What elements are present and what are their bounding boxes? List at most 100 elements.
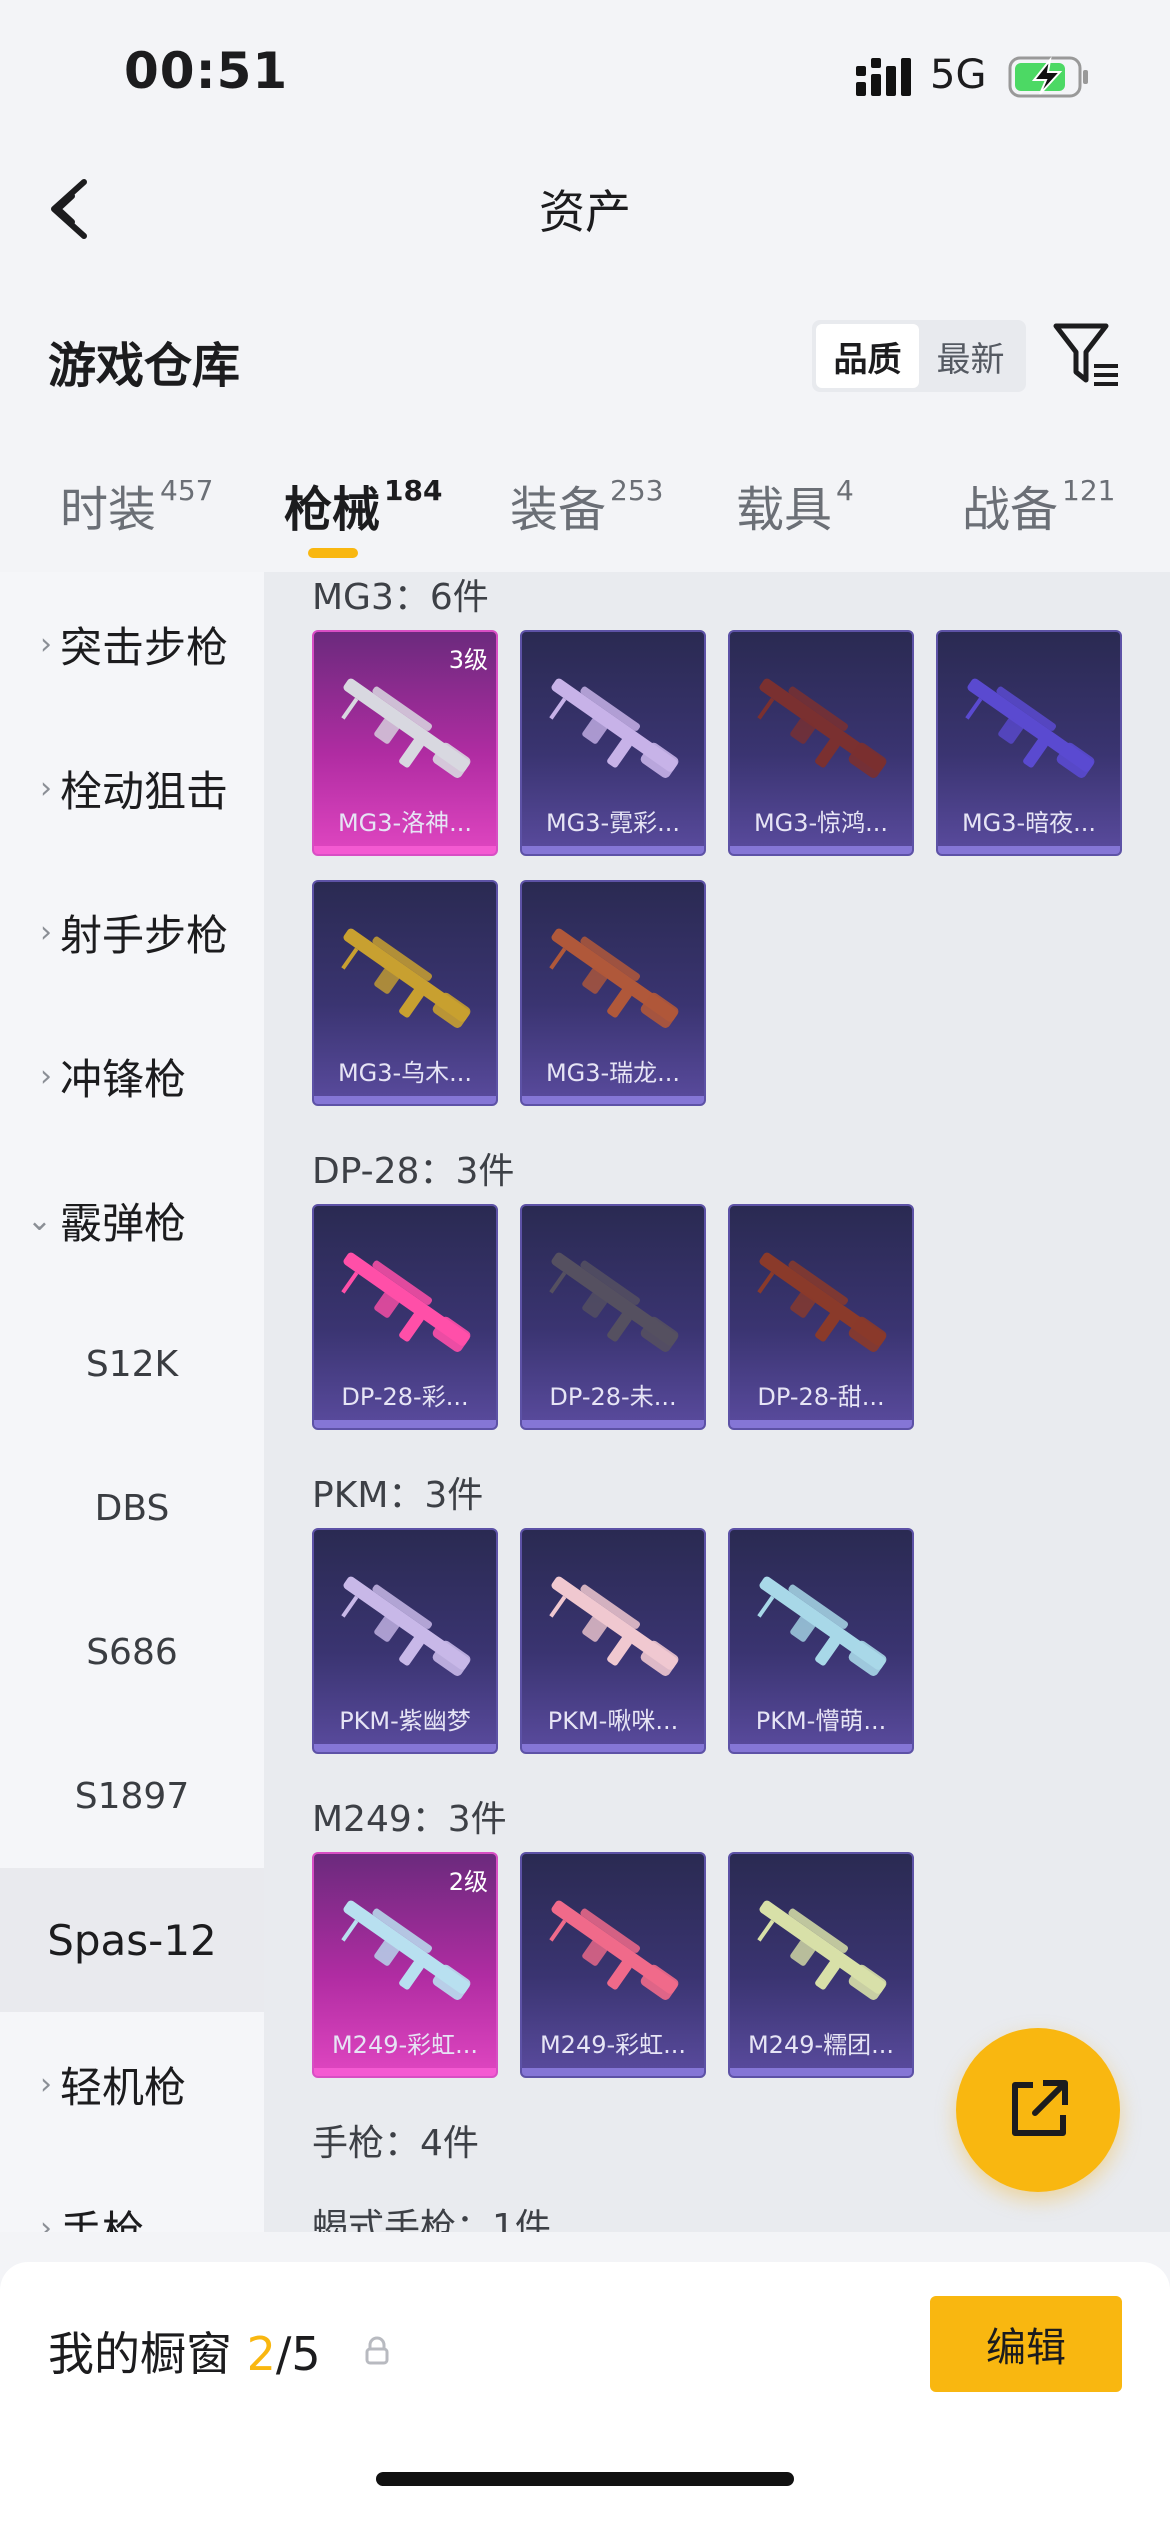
tab-active-indicator [308, 548, 358, 558]
chevron-right-icon: › [40, 2066, 52, 2102]
tab-firearms[interactable]: 枪械 184 [284, 470, 442, 540]
sidebar-item-smg[interactable]: › 冲锋枪 [0, 1004, 264, 1148]
weapon-card[interactable]: PKM-啾咪... [520, 1528, 706, 1754]
sidebar-item-bolt-sniper[interactable]: › 栓动狙击 [0, 716, 264, 860]
weapon-name: M249-糯团... [747, 2031, 895, 2059]
sidebar-item-shotgun[interactable]: ⌄ 霰弹枪 [0, 1148, 264, 1292]
sidebar-item-assault-rifle[interactable]: › 突击步枪 [0, 572, 264, 716]
sidebar-sub-s1897[interactable]: S1897 [0, 1724, 264, 1868]
rarity-strip [314, 846, 496, 854]
weapon-card[interactable]: MG3-惊鸿... [728, 630, 914, 856]
weapon-name: PKM-啾咪... [547, 1707, 679, 1735]
weapon-name: M249-彩虹... [539, 2031, 687, 2059]
chevron-down-icon: ⌄ [26, 1202, 52, 1238]
weapon-card[interactable]: PKM-懵萌... [728, 1528, 914, 1754]
section-title: MG3：6件 [312, 577, 489, 618]
chevron-right-icon: › [40, 914, 52, 950]
sort-quality-button[interactable]: 品质 [816, 324, 919, 388]
weapon-image [341, 928, 471, 1028]
weapon-card[interactable]: DP-28-彩... [312, 1204, 498, 1430]
weapon-card[interactable]: 3级 MG3-洛神... [312, 630, 498, 856]
weapon-image [757, 678, 887, 778]
sidebar-sub-dbs[interactable]: DBS [0, 1436, 264, 1580]
weapon-image [965, 678, 1095, 778]
home-indicator [376, 2472, 794, 2486]
weapon-image [341, 678, 471, 778]
tab-fashion[interactable]: 时装 457 [60, 470, 213, 540]
weapon-image [549, 928, 679, 1028]
weapon-card[interactable]: M249-彩虹... [520, 1852, 706, 2078]
network-type: 5G [930, 52, 987, 98]
edit-button[interactable]: 编辑 [930, 2296, 1122, 2392]
category-tabs: 时装 457 枪械 184 装备 253 载具 4 战备 121 [0, 470, 1170, 570]
section-title: DP-28：3件 [312, 1151, 515, 1192]
weapon-card[interactable]: DP-28-未... [520, 1204, 706, 1430]
rarity-strip [522, 1420, 704, 1428]
weapon-image [549, 1576, 679, 1676]
tab-equipment[interactable]: 装备 253 [510, 470, 663, 540]
weapon-image [341, 1576, 471, 1676]
weapon-image [757, 1252, 887, 1352]
weapon-card[interactable]: MG3-霓彩... [520, 630, 706, 856]
weapon-name: MG3-暗夜... [961, 809, 1097, 837]
rarity-strip [522, 846, 704, 854]
rarity-strip [314, 2068, 496, 2076]
sidebar-sub-spas12[interactable]: Spas-12 [0, 1868, 264, 2012]
tab-vehicles[interactable]: 载具 4 [736, 470, 854, 540]
weapon-image [549, 1252, 679, 1352]
weapon-card[interactable]: PKM-紫幽梦 [312, 1528, 498, 1754]
level-badge: 3级 [448, 646, 488, 674]
section-title: 手枪：4件 [312, 2123, 479, 2164]
sidebar-sub-s12k[interactable]: S12K [0, 1292, 264, 1436]
weapon-card[interactable]: 2级 M249-彩虹... [312, 1852, 498, 2078]
weapon-card[interactable]: MG3-乌木... [312, 880, 498, 1106]
rarity-strip [314, 1744, 496, 1752]
rarity-strip [314, 1420, 496, 1428]
weapon-name: MG3-洛神... [337, 809, 473, 837]
weapon-name: MG3-霓彩... [545, 809, 681, 837]
chevron-right-icon: › [40, 1058, 52, 1094]
weapon-card[interactable]: MG3-瑞龙... [520, 880, 706, 1106]
weapon-list: MG3：6件 3级 MG3-洛神... MG3-霓彩... MG3-惊鸿... MG3-暗… [264, 572, 1170, 2232]
share-button[interactable] [956, 2028, 1120, 2192]
battery-charging-icon [1008, 56, 1088, 98]
weapon-name: DP-28-未... [549, 1383, 677, 1411]
weapon-image [341, 1252, 471, 1352]
rarity-strip [522, 1744, 704, 1752]
weapon-image [341, 1900, 471, 2000]
weapon-image [549, 1900, 679, 2000]
tab-gear[interactable]: 战备 121 [962, 470, 1115, 540]
level-badge: 2级 [448, 1868, 488, 1896]
weapon-card[interactable]: DP-28-甜... [728, 1204, 914, 1430]
showcase-bar: 我的橱窗 2/5 编辑 [0, 2262, 1170, 2532]
section-title: 蝎式手枪：1件 [312, 2207, 551, 2232]
weapon-image [757, 1576, 887, 1676]
weapon-name: PKM-懵萌... [755, 1707, 887, 1735]
rarity-strip [730, 1420, 912, 1428]
sidebar-item-marksman-rifle[interactable]: › 射手步枪 [0, 860, 264, 1004]
weapon-name: M249-彩虹... [331, 2031, 479, 2059]
weapon-image [757, 1900, 887, 2000]
chevron-right-icon: › [40, 626, 52, 662]
weapon-category-sidebar: › 突击步枪 › 栓动狙击 › 射手步枪 › 冲锋枪 ⌄ 霰弹枪 S12K DBS S68… [0, 572, 264, 2232]
sidebar-item-pistol[interactable]: › 手枪 [0, 2156, 264, 2233]
weapon-name: DP-28-彩... [341, 1383, 469, 1411]
rarity-strip [938, 846, 1120, 854]
rarity-strip [314, 1096, 496, 1104]
chevron-right-icon: › [40, 2210, 52, 2233]
page-title: 资产 [539, 185, 631, 239]
rarity-strip [730, 2068, 912, 2076]
filter-icon[interactable] [1052, 322, 1122, 388]
status-bar: 00:51 5G [0, 0, 1170, 140]
sidebar-sub-s686[interactable]: S686 [0, 1580, 264, 1724]
weapon-name: MG3-乌木... [337, 1059, 473, 1087]
rarity-strip [730, 846, 912, 854]
weapon-image [549, 678, 679, 778]
sort-latest-button[interactable]: 最新 [919, 324, 1022, 388]
weapon-card[interactable]: MG3-暗夜... [936, 630, 1122, 856]
weapon-card[interactable]: M249-糯团... [728, 1852, 914, 2078]
lock-icon [365, 2336, 389, 2365]
sidebar-item-lmg[interactable]: › 轻机枪 [0, 2012, 264, 2156]
status-time: 00:51 [124, 42, 289, 100]
section-title: PKM：3件 [312, 1475, 484, 1516]
